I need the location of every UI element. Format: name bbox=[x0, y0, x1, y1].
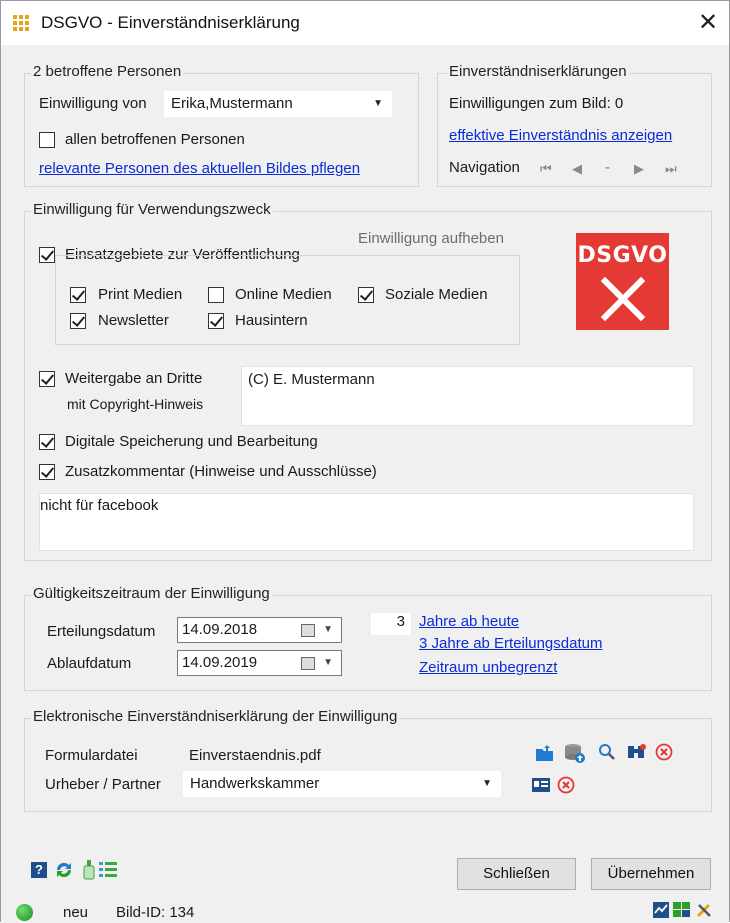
author-label: Urheber / Partner bbox=[45, 776, 161, 793]
validity-legend: Gültigkeitszeitraum der Einwilligung bbox=[31, 585, 272, 602]
copyright-value: (C) E. Mustermann bbox=[248, 371, 375, 388]
chart-icon[interactable] bbox=[653, 902, 669, 918]
remove-circle-icon[interactable] bbox=[557, 776, 575, 794]
years-from-today-link[interactable]: Jahre ab heute bbox=[419, 613, 519, 630]
app-grid-icon bbox=[13, 15, 31, 33]
tools-icon[interactable] bbox=[695, 901, 713, 919]
comment-value: nicht für facebook bbox=[40, 497, 159, 514]
list-icon[interactable] bbox=[98, 860, 118, 880]
additional-comment-label: Zusatzkommentar (Hinweise und Ausschlüss… bbox=[65, 463, 377, 480]
author-select[interactable]: Handwerkskammer ▼ bbox=[183, 771, 501, 797]
online-media-checkbox[interactable] bbox=[208, 287, 224, 303]
apply-button[interactable]: Übernehmen bbox=[591, 858, 711, 890]
validity-group bbox=[24, 595, 712, 691]
effective-consent-link[interactable]: effektive Einverständnis anzeigen bbox=[449, 127, 672, 144]
binoculars-icon[interactable] bbox=[627, 743, 647, 761]
additional-comment-checkbox[interactable] bbox=[39, 464, 55, 480]
bottle-icon[interactable] bbox=[81, 859, 97, 881]
expiry-date-value: 14.09.2019 bbox=[182, 654, 258, 671]
next-record-icon[interactable]: ▶ bbox=[634, 161, 644, 177]
chevron-down-icon: ▼ bbox=[323, 657, 333, 668]
print-media-label: Print Medien bbox=[98, 286, 183, 303]
title-bar: DSGVO - Einverständniserklärung ✕ bbox=[1, 1, 729, 45]
remove-circle-icon[interactable] bbox=[655, 743, 673, 761]
chevron-down-icon: ▼ bbox=[323, 624, 333, 635]
social-media-checkbox[interactable] bbox=[358, 287, 374, 303]
all-persons-checkbox[interactable] bbox=[39, 132, 55, 148]
last-record-icon[interactable]: ⏭ bbox=[665, 161, 677, 177]
chevron-down-icon: ▼ bbox=[482, 778, 492, 789]
electronic-legend: Elektronische Einverständniserklärung de… bbox=[31, 708, 400, 725]
refresh-icon[interactable] bbox=[53, 860, 75, 880]
digital-storage-label: Digitale Speicherung und Bearbeitung bbox=[65, 433, 318, 450]
years-from-issue-link[interactable]: 3 Jahre ab Erteilungsdatum bbox=[419, 635, 602, 652]
first-record-icon[interactable]: ⏮ bbox=[540, 161, 552, 177]
image-id: Bild-ID: 134 bbox=[116, 904, 195, 921]
publication-areas-checkbox[interactable] bbox=[39, 247, 55, 263]
dialog-window: DSGVO - Einverständniserklärung ✕ 2 betr… bbox=[0, 0, 730, 923]
issue-date-label: Erteilungsdatum bbox=[47, 623, 156, 640]
declarations-legend: Einverständniserklärungen bbox=[447, 63, 629, 80]
social-media-label: Soziale Medien bbox=[385, 286, 488, 303]
dsgvo-revoke-badge[interactable]: DSGVO bbox=[576, 233, 669, 330]
issue-date-value: 14.09.2018 bbox=[182, 621, 258, 638]
cross-icon bbox=[601, 277, 645, 321]
status-bar: neu Bild-ID: 134 bbox=[1, 899, 729, 923]
years-input[interactable]: 3 bbox=[371, 613, 411, 635]
form-file-label: Formulardatei bbox=[45, 747, 138, 764]
online-media-label: Online Medien bbox=[235, 286, 332, 303]
status-state: neu bbox=[63, 904, 89, 921]
newsletter-label: Newsletter bbox=[98, 312, 169, 329]
expiry-date-picker[interactable]: 14.09.2019 ▼ bbox=[177, 650, 342, 676]
close-icon[interactable]: ✕ bbox=[691, 7, 725, 39]
previous-record-icon[interactable]: ◀ bbox=[572, 161, 582, 177]
electronic-group bbox=[24, 718, 712, 812]
consent-from-select[interactable]: Erika,Mustermann ▼ bbox=[164, 91, 392, 117]
all-persons-label: allen betroffenen Personen bbox=[65, 131, 245, 148]
persons-legend: 2 betroffene Personen bbox=[31, 63, 184, 80]
calendar-icon bbox=[301, 657, 315, 670]
copyright-input[interactable]: (C) E. Mustermann bbox=[241, 366, 694, 426]
author-value: Handwerkskammer bbox=[190, 775, 320, 792]
status-indicator-icon bbox=[16, 904, 33, 921]
close-button[interactable]: Schließen bbox=[457, 858, 576, 890]
unlimited-period-link[interactable]: Zeitraum unbegrenzt bbox=[419, 659, 557, 676]
search-icon[interactable] bbox=[598, 743, 616, 761]
open-folder-icon[interactable] bbox=[535, 744, 555, 762]
third-party-checkbox[interactable] bbox=[39, 371, 55, 387]
navigation-label: Navigation bbox=[449, 159, 520, 176]
form-file-value: Einverstaendnis.pdf bbox=[189, 747, 321, 764]
comment-input[interactable]: nicht für facebook bbox=[39, 493, 694, 551]
maintain-persons-link[interactable]: relevante Personen des aktuellen Bildes … bbox=[39, 160, 360, 177]
purpose-legend: Einwilligung für Verwendungszweck bbox=[31, 201, 273, 218]
window-title: DSGVO - Einverständniserklärung bbox=[41, 13, 300, 32]
third-party-sublabel: mit Copyright-Hinweis bbox=[67, 396, 204, 412]
third-party-label: Weitergabe an Dritte bbox=[65, 370, 203, 387]
consent-from-label: Einwilligung von bbox=[39, 95, 147, 112]
internal-checkbox[interactable] bbox=[208, 313, 224, 329]
chevron-down-icon: ▼ bbox=[373, 98, 383, 109]
help-icon[interactable]: ? bbox=[31, 862, 47, 878]
badge-text: DSGVO bbox=[577, 243, 668, 268]
consent-from-value: Erika,Mustermann bbox=[171, 95, 293, 112]
digital-storage-checkbox[interactable] bbox=[39, 434, 55, 450]
print-media-checkbox[interactable] bbox=[70, 287, 86, 303]
table-icon[interactable] bbox=[673, 902, 691, 918]
internal-label: Hausintern bbox=[235, 312, 308, 329]
navigation-position: - bbox=[605, 159, 610, 176]
calendar-icon bbox=[301, 624, 315, 637]
expiry-date-label: Ablaufdatum bbox=[47, 655, 132, 672]
address-card-icon[interactable] bbox=[531, 776, 551, 793]
issue-date-picker[interactable]: 14.09.2018 ▼ bbox=[177, 617, 342, 643]
newsletter-checkbox[interactable] bbox=[70, 313, 86, 329]
revoke-consent-label[interactable]: Einwilligung aufheben bbox=[358, 230, 504, 247]
declarations-count: Einwilligungen zum Bild: 0 bbox=[449, 95, 624, 112]
database-upload-icon[interactable] bbox=[564, 743, 586, 763]
